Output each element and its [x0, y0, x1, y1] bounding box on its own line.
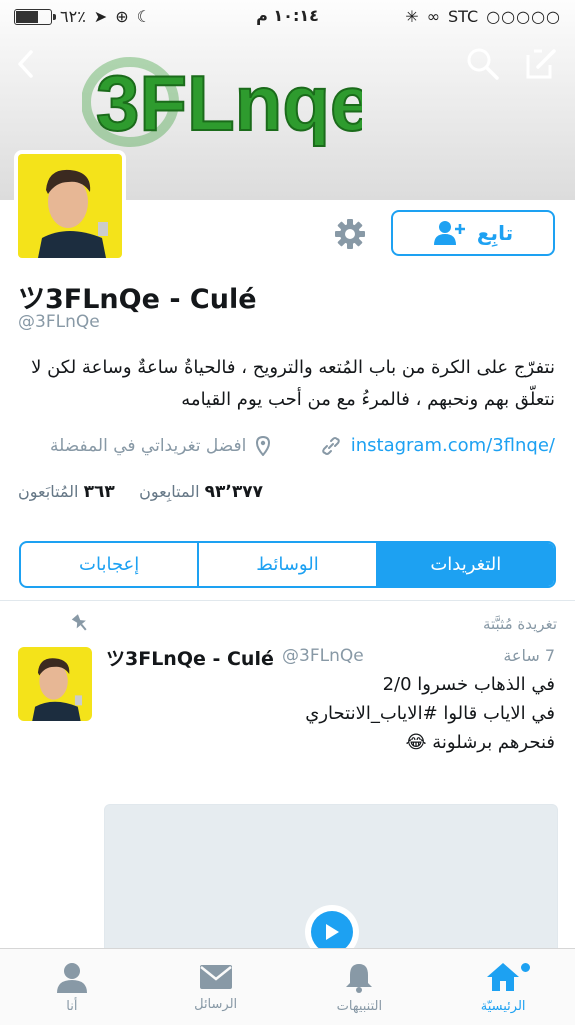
tweet-line: في الذهاب خسروا 2/0: [382, 674, 555, 695]
tweet-media[interactable]: [104, 804, 558, 966]
followers-number: ٩٣٬٣٧٧: [204, 482, 263, 502]
tweet-avatar-image: [18, 647, 92, 721]
divider: [0, 600, 575, 601]
tabbar-label: التنبيهات: [336, 999, 383, 1014]
status-bar: ٦٢٪ ➤ ⊕ ☾ ١٠:١٤ م ✳ ∞ STC ○○○○○: [0, 0, 575, 34]
tab-tweets[interactable]: التغريدات: [375, 543, 554, 586]
profile-tabs: إعجابات الوسائط التغريدات: [19, 541, 556, 588]
search-icon: [467, 48, 499, 80]
tweet-text[interactable]: في الذهاب خسروا 2/0 في الاياب قالوا #الا…: [115, 670, 555, 757]
back-button[interactable]: [6, 44, 46, 84]
banner-logo: 3FLnqe: [81, 50, 374, 150]
following-label: المُتابَعون: [18, 482, 79, 501]
location-pin-icon: [256, 436, 271, 456]
pin-icon: [70, 613, 90, 637]
carrier-name: STC: [448, 7, 479, 26]
profile-meta: افضل تغريداتي في المفضلة instagram.com/3…: [18, 432, 555, 466]
notification-dot: [519, 961, 533, 974]
tab-likes[interactable]: إعجابات: [21, 543, 197, 586]
profile-location: افضل تغريداتي في المفضلة: [50, 436, 271, 456]
profile-link[interactable]: instagram.com/3flnqe/: [321, 435, 555, 456]
location-text: افضل تغريداتي في المفضلة: [50, 436, 247, 456]
tweet-time: 7 ساعة: [503, 646, 555, 665]
person-icon: [56, 963, 87, 993]
bell-icon: [346, 964, 373, 993]
profile-counts: ٩٣٬٣٧٧ المتابِعون ٣٦٣ المُتابَعون: [18, 482, 557, 508]
chevron-left-icon: [18, 50, 33, 78]
status-right: ✳ ∞ STC ○○○○○: [405, 7, 561, 26]
follow-button[interactable]: تابِع: [391, 210, 555, 256]
tabbar-messages[interactable]: الرسائل: [144, 949, 288, 1025]
envelope-icon: [199, 965, 232, 989]
link-text: instagram.com/3flnqe/: [350, 435, 555, 456]
add-user-icon: [433, 221, 465, 245]
tabbar-label: الرسائل: [194, 997, 238, 1012]
link-icon: ∞: [426, 7, 441, 26]
svg-text:3FLnqe: 3FLnqe: [96, 59, 362, 147]
tab-media[interactable]: الوسائط: [197, 543, 375, 586]
tabbar-label: أنا: [66, 999, 78, 1014]
settings-button[interactable]: [330, 214, 370, 254]
profile-name: ツ3FLnQe - Culé: [18, 284, 257, 315]
followers-label: المتابِعون: [139, 482, 200, 501]
followers-count[interactable]: ٩٣٬٣٧٧ المتابِعون: [139, 482, 263, 502]
signal-icon: ○○○○○: [486, 7, 561, 26]
avatar-image: [18, 154, 122, 258]
compose-icon: [526, 49, 556, 79]
following-number: ٣٦٣: [83, 482, 115, 502]
follow-label: تابِع: [476, 221, 514, 245]
bio-line: نتفرّج على الكرة من باب المُتعه والترويح…: [31, 357, 555, 378]
search-button[interactable]: [463, 44, 503, 84]
tweet-line: في الاياب قالوا #الاياب_الانتحاري: [305, 703, 555, 724]
tweet-header: ツ3FLnQe - Culé @3FLnQe 7 ساعة: [106, 644, 555, 670]
profile-avatar[interactable]: [14, 150, 126, 262]
tweet-author-handle[interactable]: @3FLnQe: [282, 646, 364, 666]
home-icon: [487, 963, 520, 991]
following-count[interactable]: ٣٦٣ المُتابَعون: [18, 482, 115, 502]
profile-handle: @3FLnQe: [18, 312, 100, 332]
pinned-tweet-label: تغريدة مُثبَّتة: [482, 615, 557, 633]
activity-icon: ✳: [405, 7, 419, 26]
tabbar-label: الرئيسيّة: [480, 999, 526, 1014]
bio-line: نتعلّق بهم ونحبهم ، فالمرءُ مع من أحب يو…: [181, 389, 555, 410]
gear-icon: [335, 219, 365, 249]
tabbar-home[interactable]: الرئيسيّة: [431, 949, 575, 1025]
tweet-author-name[interactable]: ツ3FLnQe - Culé: [106, 644, 274, 671]
profile-bio: نتفرّج على الكرة من باب المُتعه والترويح…: [15, 352, 555, 416]
tabbar-me[interactable]: أنا: [0, 949, 144, 1025]
link-icon: [321, 436, 340, 455]
compose-button[interactable]: [521, 44, 561, 84]
tweet-avatar[interactable]: [18, 647, 92, 721]
bottom-tab-bar: أنا الرسائل التنبيهات الرئيسيّة: [0, 948, 575, 1025]
play-icon: [311, 911, 353, 953]
tabbar-notifications[interactable]: التنبيهات: [288, 949, 432, 1025]
tweet-line: فنحرهم برشلونة 😂: [405, 732, 555, 753]
